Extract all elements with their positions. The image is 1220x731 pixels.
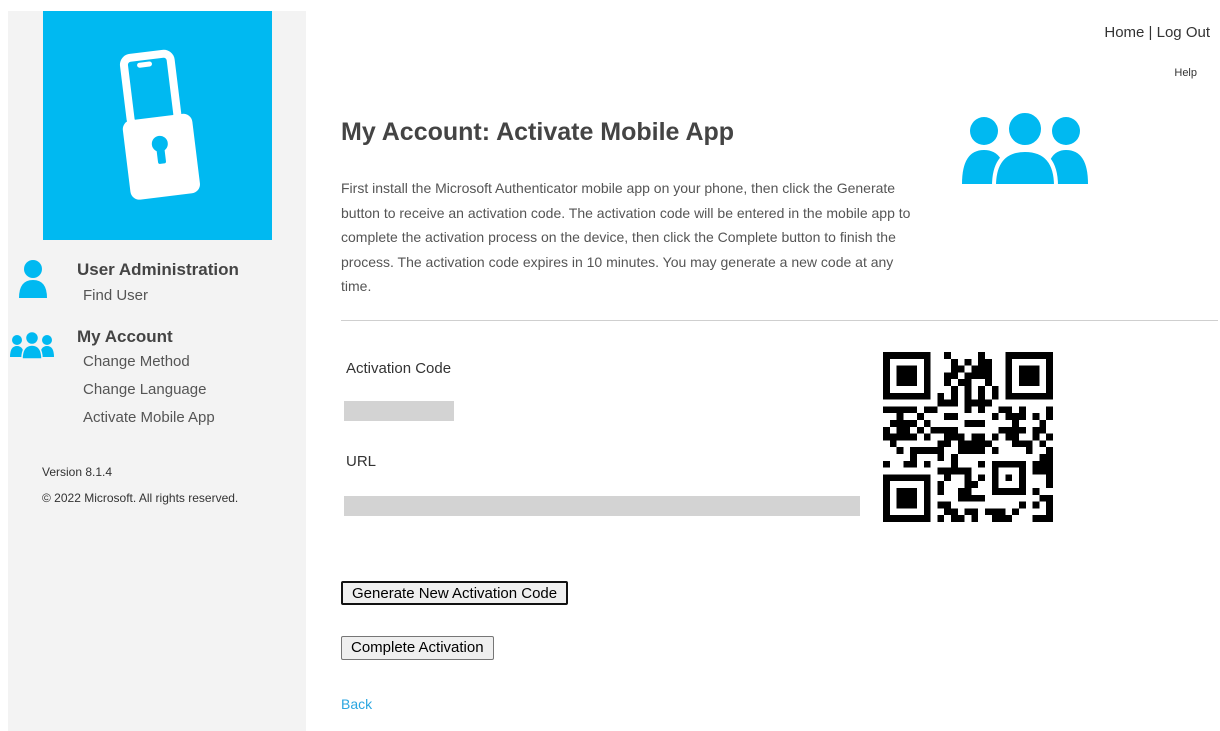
version-text: Version 8.1.4 [42, 465, 113, 479]
help-link[interactable]: Help [1174, 67, 1197, 79]
nav-link-activate-mobile-app[interactable]: Activate Mobile App [83, 409, 215, 426]
logout-link[interactable]: Log Out [1157, 24, 1210, 41]
phone-lock-icon [119, 49, 200, 200]
nav-link-find-user[interactable]: Find User [83, 287, 148, 304]
nav-link-change-language[interactable]: Change Language [83, 381, 206, 398]
intro-text: First install the Microsoft Authenticato… [341, 180, 911, 294]
home-link[interactable]: Home [1104, 24, 1144, 41]
nav-separator: | [1144, 24, 1157, 41]
qr-code-image [883, 352, 1053, 522]
complete-activation-button[interactable]: Complete Activation [341, 636, 494, 660]
nav-heading-my-account: My Account [77, 327, 173, 346]
back-link[interactable]: Back [341, 696, 372, 712]
activation-code-label: Activation Code [346, 360, 452, 377]
activation-code-value-redacted [344, 401, 454, 421]
generate-activation-code-button[interactable]: Generate New Activation Code [341, 581, 569, 605]
section-divider [341, 320, 1218, 321]
top-nav: Home | Log Out [1104, 24, 1210, 41]
users-group-icon [10, 331, 54, 359]
nav-link-change-method[interactable]: Change Method [83, 353, 190, 370]
copyright-text: © 2022 Microsoft. All rights reserved. [42, 491, 239, 505]
page-title: My Account: Activate Mobile App [341, 118, 735, 146]
nav-heading-user-administration: User Administration [77, 260, 239, 279]
url-label: URL [346, 453, 377, 470]
sidebar: User Administration Find User My Account… [8, 11, 306, 731]
url-value-redacted [344, 496, 860, 516]
users-group-icon [962, 110, 1088, 186]
app-logo [43, 11, 272, 240]
user-icon [19, 260, 47, 298]
